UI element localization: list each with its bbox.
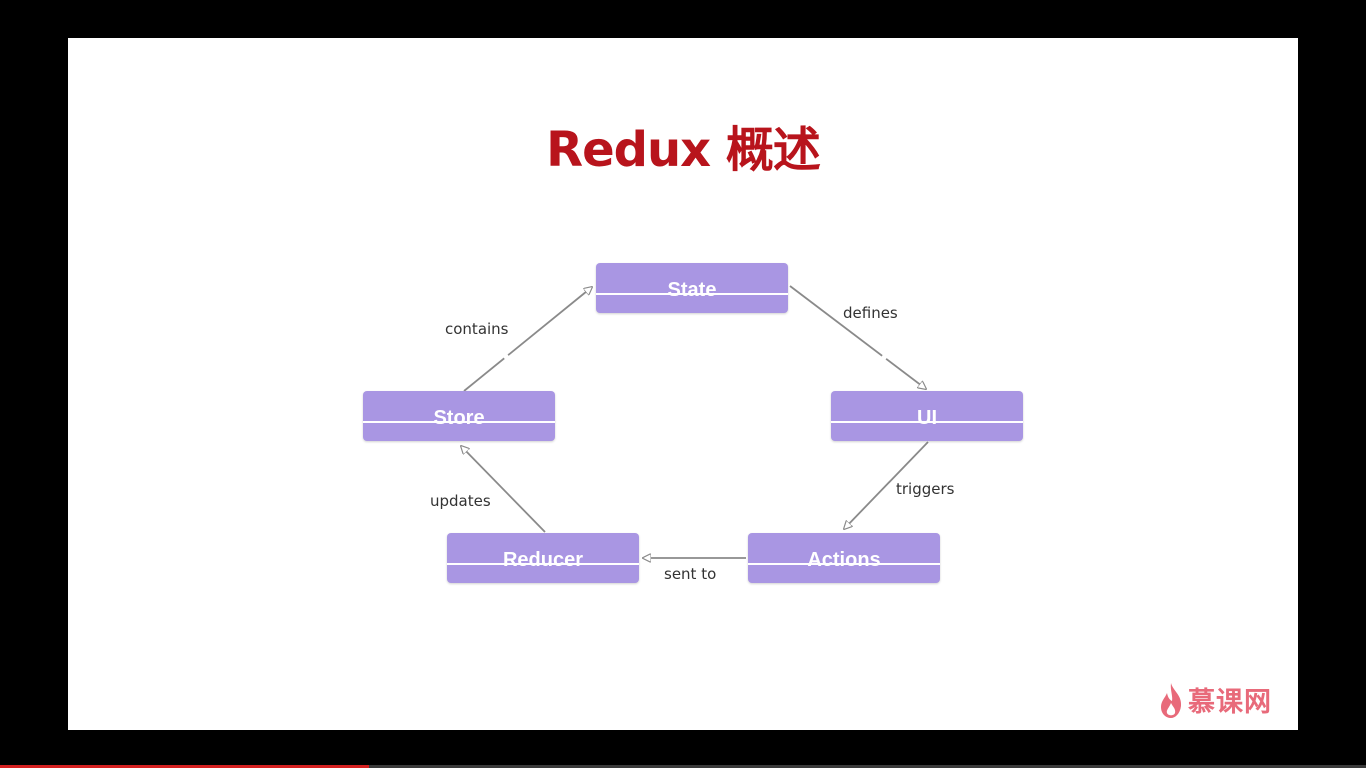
edge-defines	[789, 285, 926, 389]
node-reducer: Reducer	[447, 533, 639, 583]
edge-label-triggers: triggers	[896, 480, 955, 498]
slide: Redux 概述 State UI Actions Reducer Store …	[68, 38, 1298, 730]
edge-contains	[463, 287, 592, 392]
node-store-label: Store	[433, 406, 485, 429]
edge-updates	[461, 446, 546, 533]
edge-label-defines: defines	[843, 304, 898, 322]
logo-text: 慕课网	[1188, 687, 1272, 718]
imooc-logo: 慕课网	[1158, 680, 1272, 719]
node-state-label: State	[667, 278, 717, 301]
node-ui-label: UI	[917, 406, 937, 429]
node-state: State	[596, 263, 788, 313]
edge-label-contains: contains	[445, 320, 509, 338]
edge-label-sent-to: sent to	[664, 565, 717, 583]
node-actions: Actions	[748, 533, 940, 583]
diagram-edges	[68, 285, 929, 730]
flame-icon	[1161, 682, 1182, 718]
node-store: Store	[363, 391, 555, 441]
node-reducer-label: Reducer	[502, 548, 584, 571]
node-actions-label: Actions	[807, 548, 881, 571]
node-ui: UI	[831, 391, 1023, 441]
edge-label-updates: updates	[430, 492, 491, 510]
